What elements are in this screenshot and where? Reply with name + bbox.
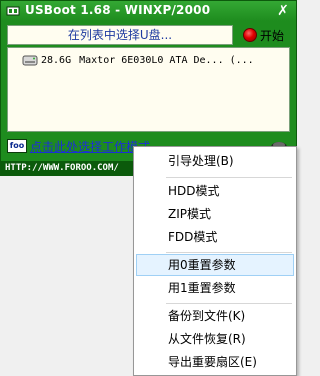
menu-separator: [166, 252, 292, 253]
menu-item-backup-to-file[interactable]: 备份到文件(K): [136, 305, 294, 327]
disk-description: Maxtor 6E030L0 ATA De... (...: [79, 54, 254, 66]
disk-size: 28.6G: [41, 54, 72, 66]
menu-item-reset-with-1[interactable]: 用1重置参数: [136, 277, 294, 299]
menu-item-reset-with-0[interactable]: 用0重置参数: [136, 254, 294, 276]
red-circle-icon: [243, 28, 257, 42]
menu-item-fdd-mode[interactable]: FDD模式: [136, 226, 294, 248]
menu-item-hdd-mode[interactable]: HDD模式: [136, 180, 294, 202]
start-button[interactable]: 开始: [243, 26, 291, 44]
title-bar[interactable]: USBoot 1.68 - WINXP/2000 ✗: [1, 1, 296, 21]
start-button-label: 开始: [260, 28, 285, 43]
disk-list[interactable]: 28.6G Maxtor 6E030L0 ATA De... (...: [7, 47, 290, 132]
menu-item-zip-mode[interactable]: ZIP模式: [136, 203, 294, 225]
menu-separator: [166, 177, 292, 178]
menu-item-export-sectors[interactable]: 导出重要扇区(E): [136, 351, 294, 373]
hard-disk-icon: [22, 55, 38, 65]
list-item[interactable]: 28.6G Maxtor 6E030L0 ATA De... (...: [22, 53, 254, 67]
context-menu: 引导处理(B) HDD模式 ZIP模式 FDD模式 用0重置参数 用1重置参数 …: [133, 146, 297, 376]
select-work-mode-link[interactable]: 点击此处选择工作模式: [30, 138, 150, 155]
window-title: USBoot 1.68 - WINXP/2000: [25, 3, 211, 17]
select-disk-prompt[interactable]: 在列表中选择U盘...: [7, 25, 233, 45]
close-icon[interactable]: ✗: [275, 3, 291, 19]
menu-separator: [166, 303, 292, 304]
usboot-app-icon: [6, 6, 20, 16]
menu-item-boot-process[interactable]: 引导处理(B): [136, 150, 294, 172]
menu-item-restore-from-file[interactable]: 从文件恢复(R): [136, 328, 294, 350]
foo-logo-icon: foo: [7, 139, 27, 153]
work-mode-row: foo 点击此处选择工作模式: [7, 137, 150, 155]
